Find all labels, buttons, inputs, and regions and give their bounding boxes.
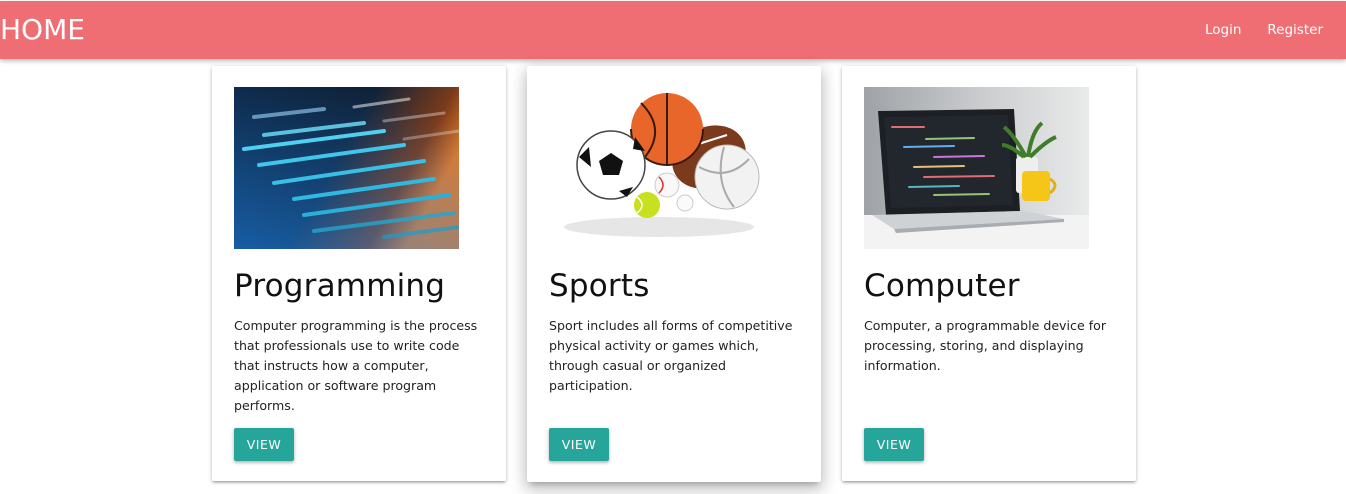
card-title: Computer bbox=[864, 268, 1020, 304]
view-button[interactable]: VIEW bbox=[549, 428, 609, 461]
view-button[interactable]: VIEW bbox=[864, 428, 924, 461]
navbar: HOME Login Register bbox=[0, 1, 1346, 59]
laptop-image bbox=[864, 87, 1089, 249]
card-programming: Programming Computer programming is the … bbox=[212, 66, 506, 481]
brand-logo[interactable]: HOME bbox=[0, 1, 85, 59]
sports-balls-image bbox=[549, 87, 774, 249]
card-computer: Computer Computer, a programmable device… bbox=[842, 66, 1136, 481]
card-description: Sport includes all forms of competitive … bbox=[549, 318, 793, 393]
card-sports: Sports Sport includes all forms of compe… bbox=[527, 66, 821, 482]
card-description: Computer programming is the process that… bbox=[234, 318, 478, 413]
card-description: Computer, a programmable device for proc… bbox=[864, 318, 1107, 373]
register-link[interactable]: Register bbox=[1254, 1, 1336, 59]
view-button[interactable]: VIEW bbox=[234, 428, 294, 461]
nav-links: Login Register bbox=[1192, 1, 1336, 59]
card-title: Sports bbox=[549, 268, 650, 304]
code-screen-image bbox=[234, 87, 459, 249]
login-link[interactable]: Login bbox=[1192, 1, 1254, 59]
card-title: Programming bbox=[234, 268, 446, 304]
